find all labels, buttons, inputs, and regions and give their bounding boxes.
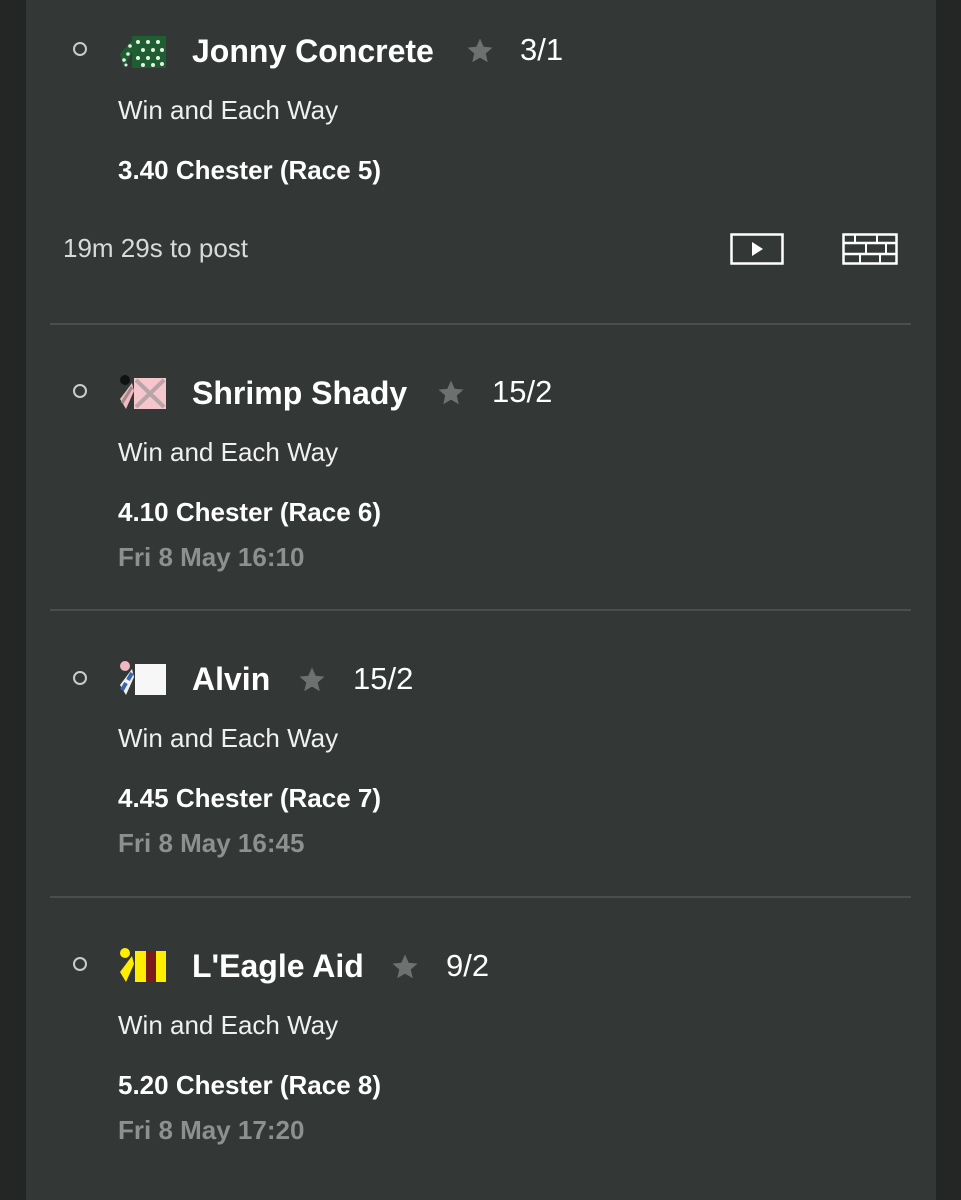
select-radio[interactable] [73, 384, 87, 398]
play-video-icon[interactable] [730, 233, 784, 265]
race-name: 5.20 Chester (Race 8) [118, 1070, 382, 1100]
select-radio[interactable] [73, 42, 87, 56]
divider [50, 323, 911, 325]
odds-price[interactable]: 3/1 [520, 32, 563, 68]
betslip-panel: Jonny Concrete 3/1 Win and Each Way 3.40… [26, 0, 936, 1200]
star-icon[interactable] [390, 952, 420, 982]
odds-price[interactable]: 9/2 [446, 948, 489, 984]
market-name: Win and Each Way [118, 95, 339, 125]
race-date: Fri 8 May 17:20 [118, 1115, 305, 1145]
jockey-silks-pink-cross-icon [120, 375, 166, 409]
race-date: Fri 8 May 16:45 [118, 828, 305, 858]
odds-price[interactable]: 15/2 [353, 661, 413, 697]
market-name: Win and Each Way [118, 437, 339, 467]
race-date: Fri 8 May 16:10 [118, 542, 305, 572]
horse-name: Alvin [192, 661, 271, 697]
divider [50, 609, 911, 611]
countdown-to-post: 19m 29s to post [63, 233, 248, 263]
race-name: 3.40 Chester (Race 5) [118, 155, 382, 185]
select-radio[interactable] [73, 671, 87, 685]
racecard-icon[interactable] [842, 233, 898, 265]
horse-name: L'Eagle Aid [192, 948, 364, 984]
horse-name: Jonny Concrete [192, 33, 434, 69]
race-name: 4.10 Chester (Race 6) [118, 497, 382, 527]
odds-price[interactable]: 15/2 [492, 374, 552, 410]
jockey-silks-white-blue-sleeves-icon [120, 661, 166, 695]
star-icon[interactable] [465, 36, 495, 66]
jockey-silks-green-white-spots-icon [120, 36, 166, 68]
horse-name: Shrimp Shady [192, 375, 408, 411]
star-icon[interactable] [436, 378, 466, 408]
race-name: 4.45 Chester (Race 7) [118, 783, 382, 813]
market-name: Win and Each Way [118, 723, 339, 753]
market-name: Win and Each Way [118, 1010, 339, 1040]
jockey-silks-yellow-maroon-icon [120, 948, 166, 982]
divider [50, 896, 911, 898]
star-icon[interactable] [297, 665, 327, 695]
select-radio[interactable] [73, 957, 87, 971]
